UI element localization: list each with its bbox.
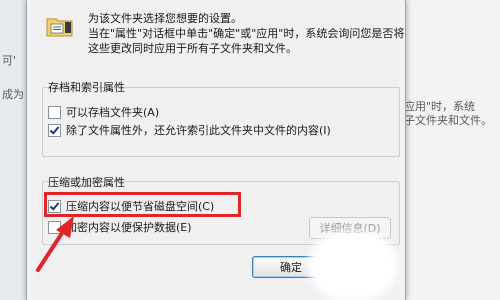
- compress-encrypt-group-title: 压缩或加密属性: [48, 176, 125, 189]
- folder-settings-icon: [46, 18, 73, 37]
- archive-folder-label: 可以存档文件夹(A): [66, 106, 160, 119]
- index-content-label: 除了文件属性外，还允许索引此文件夹中文件的内容(I): [66, 124, 331, 137]
- redacted-area: [308, 232, 398, 300]
- background-panel: [405, 0, 500, 300]
- background-text-fragment: 成为: [2, 88, 24, 101]
- description-text: 为该文件夹选择您想要的设置。 当在"属性"对话框中单击"确定"或"应用"时，系统…: [88, 12, 405, 55]
- index-content-option[interactable]: 除了文件属性外，还允许索引此文件夹中文件的内容(I): [48, 122, 331, 138]
- dialog-description: 为该文件夹选择您想要的设置。 当在"属性"对话框中单击"确定"或"应用"时，系统…: [88, 11, 408, 56]
- archive-index-group-title: 存档和索引属性: [48, 81, 125, 94]
- background-text-fragment: 可': [2, 54, 17, 67]
- red-arrow-annotation: [36, 216, 74, 272]
- background-text-fragment: 子文件夹和文件。: [404, 114, 492, 127]
- archive-folder-option[interactable]: 可以存档文件夹(A): [48, 104, 159, 120]
- index-content-checkbox[interactable]: [48, 123, 61, 137]
- archive-folder-checkbox[interactable]: [48, 105, 61, 119]
